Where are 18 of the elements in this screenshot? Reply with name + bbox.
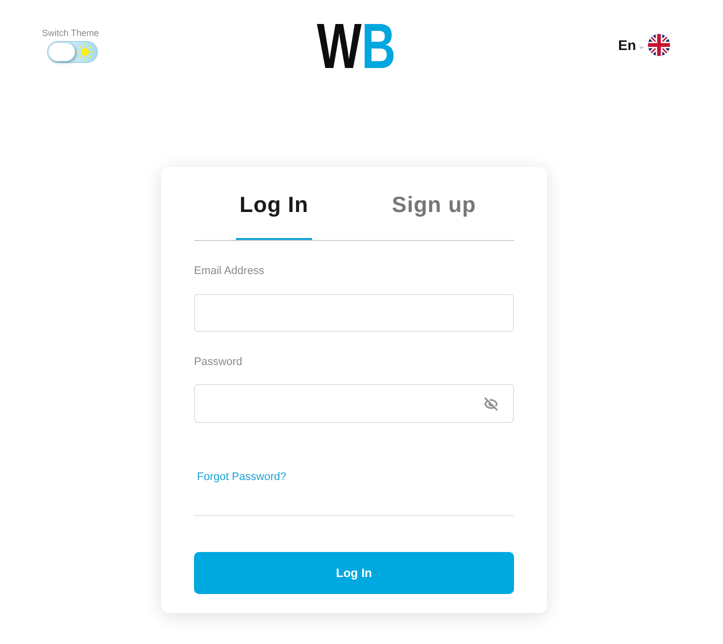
logo-letter: W — [316, 14, 362, 78]
tab[interactable]: Sign up — [388, 191, 480, 240]
theme-toggle[interactable] — [47, 41, 98, 63]
email-field[interactable] — [194, 294, 514, 332]
flag-icon — [648, 34, 670, 56]
chevron-down-icon — [639, 46, 644, 48]
field-label: Password — [194, 355, 244, 370]
forgot-password-link[interactable]: Forgot Password? — [197, 471, 286, 483]
toggle-knob[interactable] — [49, 43, 76, 61]
switch-theme-label: Switch Theme — [42, 27, 99, 39]
password-field[interactable] — [194, 384, 514, 423]
eye-slash-icon[interactable] — [484, 396, 498, 410]
field-label: Email Address — [194, 264, 266, 279]
language-selector[interactable]: En — [618, 34, 670, 56]
logo-letter: B — [361, 14, 396, 78]
tab[interactable]: Log In — [236, 191, 312, 240]
log-in-button[interactable]: Log In — [194, 552, 514, 594]
sun-icon — [77, 44, 94, 60]
